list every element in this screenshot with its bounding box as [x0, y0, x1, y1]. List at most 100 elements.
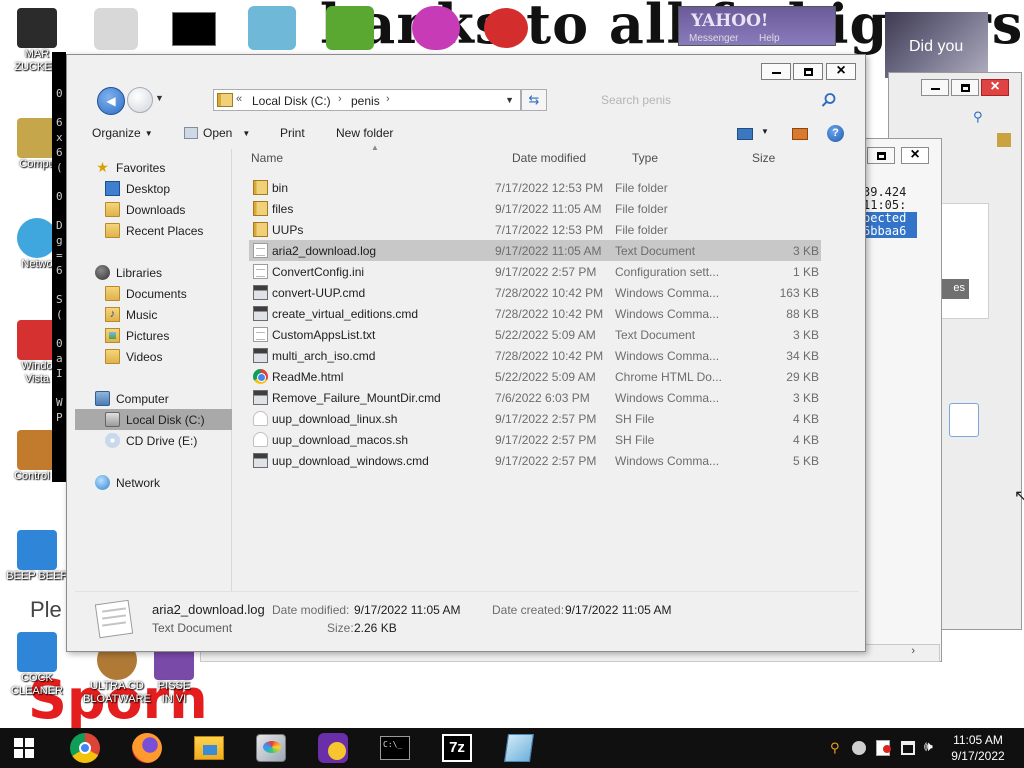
column-header-type[interactable]: Type	[632, 151, 658, 165]
file-row[interactable]: files 9/17/2022 11:05 AM File folder	[249, 198, 821, 219]
chevron-down-icon[interactable]: ▼	[761, 127, 769, 136]
angry-birds-icon[interactable]	[326, 6, 374, 50]
search-box[interactable]	[591, 89, 841, 111]
notepad-icon[interactable]	[503, 732, 535, 764]
nav-item-music[interactable]: Music	[75, 304, 232, 325]
address-overflow-icon[interactable]: «	[236, 93, 242, 105]
desktop-icon-cock-cleaner[interactable]: COCK CLEANER	[2, 632, 72, 698]
title-bar[interactable]: ×	[67, 55, 865, 85]
nav-item-desktop[interactable]: Desktop	[75, 178, 232, 199]
new-folder-button[interactable]: New folder	[336, 126, 393, 140]
window-icon[interactable]	[901, 741, 915, 755]
back-button[interactable]: ◀	[97, 87, 125, 115]
nav-item-computer[interactable]: Computer	[75, 388, 232, 409]
chevron-down-icon[interactable]: ▼	[505, 95, 514, 105]
yahoo-messenger-icon[interactable]	[317, 732, 349, 764]
nav-item-documents[interactable]: Documents	[75, 283, 232, 304]
chevron-right-icon[interactable]: ›	[386, 93, 390, 105]
file-row[interactable]: uup_download_macos.sh 9/17/2022 2:57 PM …	[249, 429, 821, 450]
column-header-size[interactable]: Size	[752, 151, 775, 165]
file-row[interactable]: create_virtual_editions.cmd 7/28/2022 10…	[249, 303, 821, 324]
search-input[interactable]	[591, 89, 841, 111]
network-status-icon[interactable]	[852, 741, 866, 755]
file-row[interactable]: Remove_Failure_MountDir.cmd 7/6/2022 6:0…	[249, 387, 821, 408]
search-icon[interactable]	[821, 92, 837, 108]
minimize-button[interactable]	[761, 63, 791, 80]
yahoo-messenger-menu[interactable]: Messenger	[689, 33, 738, 44]
shell-script-icon	[253, 432, 268, 447]
nav-item-network[interactable]: Network	[75, 472, 232, 493]
paint-icon[interactable]	[412, 6, 460, 50]
minimize-button[interactable]	[921, 79, 949, 96]
command-prompt-icon[interactable]: C:\_	[379, 732, 411, 764]
app-icon	[17, 530, 57, 570]
start-button[interactable]	[14, 738, 34, 758]
details-pane: aria2_download.log Text Document Date mo…	[75, 591, 859, 645]
file-row[interactable]: UUPs 7/17/2022 12:53 PM File folder	[249, 219, 821, 240]
close-button[interactable]: ×	[826, 62, 856, 80]
search-icon[interactable]: ⚲	[830, 740, 840, 756]
file-row[interactable]: bin 7/17/2022 12:53 PM File folder	[249, 177, 821, 198]
nav-item-favorites[interactable]: ★ Favorites	[75, 157, 232, 178]
refresh-button[interactable]: ⇆	[521, 89, 547, 111]
nav-item-pictures[interactable]: Pictures	[75, 325, 232, 346]
file-row[interactable]: uup_download_windows.cmd 9/17/2022 2:57 …	[249, 450, 821, 471]
file-row[interactable]: ReadMe.html 5/22/2022 5:09 AM Chrome HTM…	[249, 366, 821, 387]
help-icon[interactable]: ?	[827, 125, 844, 142]
breadcrumb-penis[interactable]: penis	[351, 94, 380, 108]
chevron-right-icon[interactable]: ›	[338, 93, 342, 105]
nav-item-recent-places[interactable]: Recent Places	[75, 220, 232, 241]
file-row[interactable]: convert-UUP.cmd 7/28/2022 10:42 PM Windo…	[249, 282, 821, 303]
column-header-date-modified[interactable]: Date modified	[512, 151, 586, 165]
7zip-icon[interactable]: 7z	[441, 732, 473, 764]
breadcrumb-local-disk[interactable]: Local Disk (C:)	[252, 94, 331, 108]
file-row[interactable]: uup_download_linux.sh 9/17/2022 2:57 PM …	[249, 408, 821, 429]
volume-icon[interactable]: 🕪	[924, 738, 933, 755]
close-button[interactable]: ×	[901, 146, 929, 164]
address-bar[interactable]: « Local Disk (C:) › penis › ▼	[213, 89, 521, 111]
history-dropdown-icon[interactable]: ▼	[155, 93, 164, 103]
action-center-icon[interactable]	[876, 740, 891, 756]
file-row[interactable]: ConvertConfig.ini 9/17/2022 2:57 PM Conf…	[249, 261, 821, 282]
dev-cpp-icon[interactable]	[484, 8, 528, 48]
organize-button[interactable]: Organize ▼	[92, 126, 153, 140]
maximize-button[interactable]	[793, 63, 823, 80]
desktop-icon-beep-beep[interactable]: BEEP BEEP	[2, 530, 72, 583]
chrome-icon[interactable]	[69, 732, 101, 764]
yahoo-messenger-window[interactable]: YAHOO! Messenger Help	[678, 6, 836, 46]
firefox-icon[interactable]	[131, 732, 163, 764]
preview-pane-icon[interactable]	[792, 128, 808, 140]
maximize-button[interactable]	[867, 147, 895, 164]
photo-caption: Did you	[909, 38, 964, 55]
taskbar-clock[interactable]: 11:05 AM 9/17/2022	[944, 732, 1012, 764]
nav-item-cd-drive[interactable]: CD Drive (E:)	[75, 430, 232, 451]
yahoo-help-menu[interactable]: Help	[759, 33, 780, 44]
column-header-name[interactable]: Name	[251, 151, 283, 165]
change-view-icon[interactable]	[737, 128, 753, 140]
maximize-button[interactable]	[951, 79, 979, 96]
print-button[interactable]: Print	[280, 126, 305, 140]
search-icon[interactable]: ⚲	[973, 109, 983, 125]
nav-item-local-disk[interactable]: Local Disk (C:)	[75, 409, 232, 430]
nav-item-videos[interactable]: Videos	[75, 346, 232, 367]
open-button[interactable]: Open ▼	[184, 126, 250, 140]
chevron-right-icon[interactable]: ›	[911, 645, 915, 657]
database-icon[interactable]	[248, 6, 296, 50]
file-row-selected[interactable]: aria2_download.log 9/17/2022 11:05 AM Te…	[249, 240, 821, 261]
settings-icon[interactable]	[94, 8, 138, 50]
file-explorer-window[interactable]: × ◀ ▼ « Local Disk (C:) › penis › ▼ ⇆ Or…	[66, 54, 866, 652]
forward-button[interactable]	[127, 87, 153, 113]
nav-item-libraries[interactable]: Libraries	[75, 262, 232, 283]
input-field[interactable]	[949, 403, 979, 437]
photo-window[interactable]: Did you	[885, 12, 988, 78]
chevron-down-icon: ▼	[144, 129, 153, 138]
command-prompt-icon[interactable]	[172, 12, 216, 46]
close-button[interactable]: ×	[981, 78, 1009, 96]
nav-item-downloads[interactable]: Downloads	[75, 199, 232, 220]
paint-icon[interactable]	[255, 732, 287, 764]
local-disk-icon	[105, 412, 120, 427]
file-row[interactable]: multi_arch_iso.cmd 7/28/2022 10:42 PM Wi…	[249, 345, 821, 366]
file-row[interactable]: CustomAppsList.txt 5/22/2022 5:09 AM Tex…	[249, 324, 821, 345]
file-explorer-icon[interactable]	[193, 732, 225, 764]
console-window-strip[interactable]: 0 6 x 6 ( 0 D g = 6 S ( 0 a I W P	[52, 52, 66, 482]
